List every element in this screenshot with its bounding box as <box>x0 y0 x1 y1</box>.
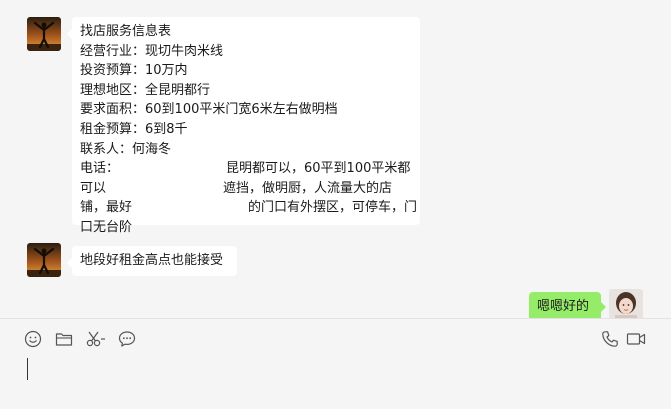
redacted-mask <box>122 161 240 178</box>
input-toolbar <box>0 319 671 409</box>
requirement-part-1: 昆明都可以，60平到100平米都 <box>226 161 411 177</box>
requirement-part-2: 可以 <box>80 180 107 196</box>
redacted-mask <box>135 200 250 215</box>
form-title: 找店服务信息表 <box>80 24 172 39</box>
chat-history: 找店服务信息表 经营行业：现切牛肉米线 投资预算：10万内 理想地区：全昆明都行… <box>0 0 671 323</box>
emoji-icon[interactable] <box>23 329 43 349</box>
contact-avatar[interactable] <box>27 17 61 51</box>
followup-text: 地段好租金高点也能接受 <box>80 253 224 268</box>
scissors-icon[interactable] <box>86 329 106 349</box>
chat-history-icon[interactable] <box>117 329 137 349</box>
form-line-area: 理想地区：全昆明都行 <box>80 82 211 98</box>
form-line-contact: 联系人：何海冬 <box>80 141 172 157</box>
form-line-industry: 经营行业：现切牛肉米线 <box>80 43 224 59</box>
message-bubble-form[interactable]: 找店服务信息表 经营行业：现切牛肉米线 投资预算：10万内 理想地区：全昆明都行… <box>67 17 420 235</box>
form-line-requirement-3: 铺，最好 的门口有外摆区，可停车，门 <box>80 198 417 218</box>
text-input-cursor[interactable] <box>27 358 28 380</box>
folder-icon[interactable] <box>54 329 74 349</box>
phone-label: 电话： <box>80 161 120 177</box>
requirement-part-3: 遮挡，做明厨，人流量大的店 <box>223 180 393 196</box>
form-line-rent: 租金预算：6到8千 <box>80 121 188 137</box>
contact-avatar[interactable] <box>27 243 61 277</box>
requirement-part-4: 铺，最好 <box>80 200 133 216</box>
form-line-budget: 投资预算：10万内 <box>80 63 188 79</box>
requirement-part-5: 的门口有外摆区，可停车，门 <box>248 200 418 216</box>
form-line-size: 要求面积：60到100平米门宽6米左右做明档 <box>80 102 338 118</box>
reply-text: 嗯嗯好的 <box>537 299 590 314</box>
phone-icon[interactable] <box>600 329 620 349</box>
form-line-requirement-2: 可以 遮挡，做明厨，人流量大的店 <box>80 179 412 199</box>
message-bubble-followup[interactable]: 地段好租金高点也能接受 <box>67 246 237 276</box>
form-line-requirement-4: 口无台阶 <box>80 219 133 235</box>
redacted-mask <box>110 180 220 197</box>
form-line-phone: 电话： 昆明都可以，60平到100平米都 <box>80 159 412 179</box>
video-icon[interactable] <box>626 329 646 349</box>
